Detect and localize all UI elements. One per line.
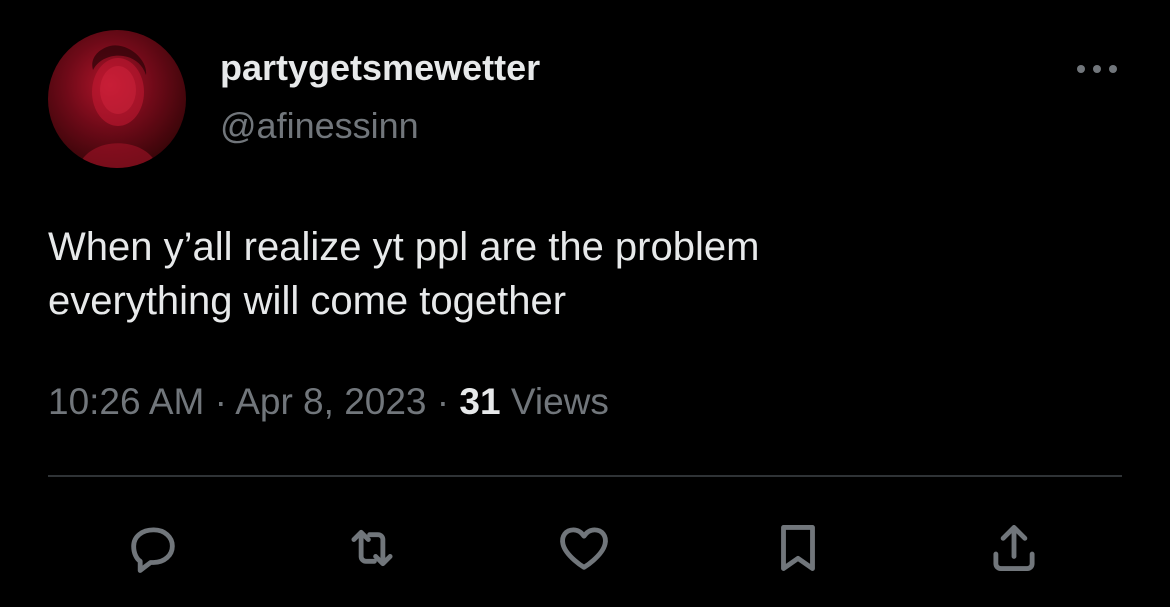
like-button[interactable] [544,508,624,588]
retweet-button[interactable] [332,508,412,588]
tweet-text-line: When y’all realize yt ppl are the proble… [48,225,760,269]
tweet-date[interactable]: Apr 8, 2023 [235,381,426,422]
tweet-text: When y’all realize yt ppl are the proble… [48,220,1118,328]
tweet-text-line: everything will come together [48,279,567,323]
display-name[interactable]: partygetsmewetter [220,48,540,88]
share-button[interactable] [974,508,1054,588]
avatar-image [78,45,158,168]
avatar[interactable] [48,30,186,168]
heart-icon [560,527,608,570]
bookmark-icon [781,525,815,571]
meta-separator: · [436,381,450,422]
divider [48,475,1122,477]
bookmark-button[interactable] [758,508,838,588]
tweet-time[interactable]: 10:26 AM [48,381,204,422]
more-options-button[interactable] [1072,54,1122,84]
more-horizontal-icon [1077,65,1117,73]
reply-icon [131,527,175,573]
views-count: 31 [459,381,501,422]
retweet-icon [351,529,393,567]
action-bar [0,508,1170,588]
tweet-meta: 10:26 AM · Apr 8, 2023 · 31 Views [48,380,609,424]
meta-separator: · [214,381,227,422]
views-label: Views [510,381,609,422]
share-icon [993,525,1035,571]
reply-button[interactable] [113,508,193,588]
user-handle[interactable]: @afinessinn [220,106,419,146]
